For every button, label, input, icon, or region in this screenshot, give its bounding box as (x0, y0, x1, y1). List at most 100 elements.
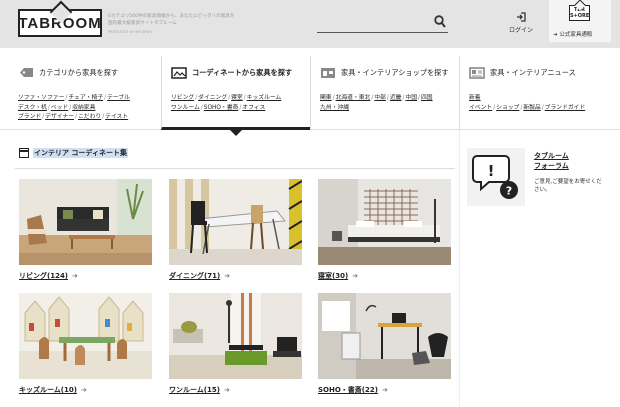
card-label[interactable]: キッズルーム(10) ➔ (19, 385, 152, 395)
nav-news-links: 新着 イベント/ショップ/新製品/ブランドガイド (469, 94, 585, 113)
nav-link[interactable]: イベント (469, 105, 492, 111)
arrow-right-icon: ➔ (72, 272, 78, 280)
produced-by: PRODUCED BY ⊕ECBNET (108, 30, 153, 34)
nav-link[interactable]: キッズルーム (247, 95, 282, 101)
nav-link[interactable]: リビング (171, 95, 194, 101)
dining-photo[interactable] (169, 179, 302, 265)
search-input[interactable] (317, 13, 448, 33)
nav-category-title[interactable]: カテゴリから家具を探す (18, 66, 118, 79)
coordinate-card-bedroom[interactable]: 寝室(30) ➔ (318, 179, 451, 281)
card-label-text: ワンルーム(15) (169, 386, 220, 394)
nav-link[interactable]: 収納家具 (72, 105, 95, 111)
nav-link[interactable]: ベッド (51, 105, 68, 111)
nav-link[interactable]: 九州・沖縄 (320, 105, 349, 111)
section-title: インテリア コーディネート集 (19, 148, 128, 158)
nav-link[interactable]: 寝室 (231, 95, 243, 101)
separator: / (104, 95, 107, 101)
card-label-text: ダイニング(71) (169, 272, 221, 280)
divider (15, 168, 455, 169)
separator: / (42, 114, 45, 120)
nav-coordinate-title[interactable]: コーディネートから家具を探す (171, 66, 292, 79)
login-button[interactable]: ログイン (506, 12, 536, 34)
nav-link[interactable]: チェア・椅子 (68, 95, 103, 101)
separator: / (102, 114, 105, 120)
nav-link[interactable]: 近畿 (390, 95, 402, 101)
tagline-line-2: 国内最大級家具サイトタブルーム (108, 21, 177, 26)
nav-link[interactable]: ブランドガイド (545, 105, 586, 111)
coordinate-card-kids[interactable]: キッズルーム(10) ➔ (19, 293, 152, 395)
card-label[interactable]: リビング(124) ➔ (19, 271, 152, 281)
nav-link[interactable]: ワンルーム (171, 105, 200, 111)
search-icon[interactable] (434, 15, 446, 29)
nav-link[interactable]: テーブル (107, 95, 130, 101)
login-label: ログイン (508, 27, 533, 34)
separator: / (493, 104, 496, 111)
arrow-right-icon: ➔ (80, 386, 87, 394)
arrow-right-icon: ➔ (381, 386, 388, 394)
nav-link[interactable]: ダイニング (198, 95, 227, 101)
nav-link-row: 新着 (469, 94, 585, 104)
calendar-icon (19, 148, 29, 158)
forum-title[interactable]: タブルーム フォーラム (534, 151, 569, 171)
store-button[interactable]: TBR S+ORE ➜ 公式家具通販 (549, 0, 611, 42)
coordinate-card-oneroom[interactable]: ワンルーム(15) ➔ (169, 293, 302, 395)
main-nav: カテゴリから家具を探す ソファ・ソファー/チェア・椅子/テーブル デスク・机/ベッ… (0, 56, 620, 136)
separator: / (418, 95, 420, 101)
nav-shop: 家具・インテリアショップを探す 関東/北海道・東北/中部/近畿/中国/四国 九州・… (310, 56, 459, 130)
site-logo[interactable]: TABROOM (18, 9, 102, 37)
arrow-right-icon: ➔ (223, 386, 230, 394)
living-photo[interactable] (19, 179, 152, 265)
nav-link[interactable]: ショップ (496, 105, 519, 111)
section-title-text: インテリア コーディネート集 (33, 148, 128, 158)
separator: / (243, 95, 246, 101)
store-link[interactable]: ➜ 公式家具通販 (553, 30, 592, 38)
nav-link[interactable]: こだわり (78, 114, 101, 120)
separator: / (541, 104, 544, 111)
card-label[interactable]: ダイニング(71) ➔ (169, 271, 302, 281)
card-label[interactable]: ワンルーム(15) ➔ (169, 385, 302, 395)
forum-icon-box[interactable]: ! ? (467, 148, 525, 206)
nav-news: 家具・インテリアニュース 新着 イベント/ショップ/新製品/ブランドガイド (459, 56, 620, 130)
card-label-text: キッズルーム(10) (19, 386, 77, 394)
coordinate-card-living[interactable]: リビング(124) ➔ (19, 179, 152, 281)
coordinate-card-dining[interactable]: ダイニング(71) ➔ (169, 179, 302, 281)
nav-link[interactable]: デスク・机 (18, 105, 47, 111)
svg-text:!: ! (488, 162, 495, 180)
card-label-text: リビング(124) (19, 272, 69, 280)
nav-link[interactable]: 四国 (421, 95, 433, 101)
nav-link[interactable]: 北海道・東北 (336, 95, 371, 101)
speech-bubble-icon: ! ? (472, 155, 518, 199)
nav-link[interactable]: ソファ・ソファー (18, 95, 64, 101)
nav-link[interactable]: デザイナー (45, 114, 74, 120)
bedroom-photo[interactable] (318, 179, 451, 265)
login-icon (517, 12, 526, 22)
separator: / (69, 104, 72, 111)
nav-link-row: ワンルーム/SOHO・書斎/オフィス (171, 104, 281, 114)
nav-link-row: リビング/ダイニング/寝室/キッズルーム (171, 94, 281, 104)
nav-link[interactable]: 中部 (374, 95, 386, 101)
nav-shop-title[interactable]: 家具・インテリアショップを探す (320, 66, 449, 79)
nav-link-row: ソファ・ソファー/チェア・椅子/テーブル (18, 94, 130, 104)
nav-coordinate-label: コーディネートから家具を探す (192, 67, 293, 77)
kids-photo[interactable] (19, 293, 152, 379)
nav-link[interactable]: オフィス (242, 105, 265, 111)
oneroom-photo[interactable] (169, 293, 302, 379)
separator: / (75, 114, 77, 120)
nav-link[interactable]: 新着 (469, 95, 481, 101)
nav-news-title[interactable]: 家具・インテリアニュース (469, 66, 576, 79)
card-label[interactable]: 寝室(30) ➔ (318, 271, 451, 281)
card-label[interactable]: SOHO・書斎(22) ➔ (318, 385, 451, 395)
nav-category-label: カテゴリから家具を探す (39, 67, 119, 77)
nav-link[interactable]: テイスト (105, 114, 128, 120)
nav-link[interactable]: ブランド (18, 114, 41, 120)
soho-photo[interactable] (318, 293, 451, 379)
nav-link[interactable]: SOHO・書斎 (204, 105, 239, 111)
forum-widget[interactable]: ! ? タブルーム フォーラム ご意見,ご要望をお寄せください。 (467, 148, 609, 212)
coordinate-card-soho[interactable]: SOHO・書斎(22) ➔ (318, 293, 451, 395)
nav-shop-links: 関東/北海道・東北/中部/近畿/中国/四国 九州・沖縄 (320, 94, 433, 113)
nav-link[interactable]: 新製品 (523, 105, 540, 111)
nav-link[interactable]: 関東 (320, 95, 332, 101)
card-label-text: SOHO・書斎(22) (318, 386, 378, 394)
forum-title-line-2: フォーラム (534, 162, 569, 170)
nav-link[interactable]: 中国 (405, 95, 417, 101)
